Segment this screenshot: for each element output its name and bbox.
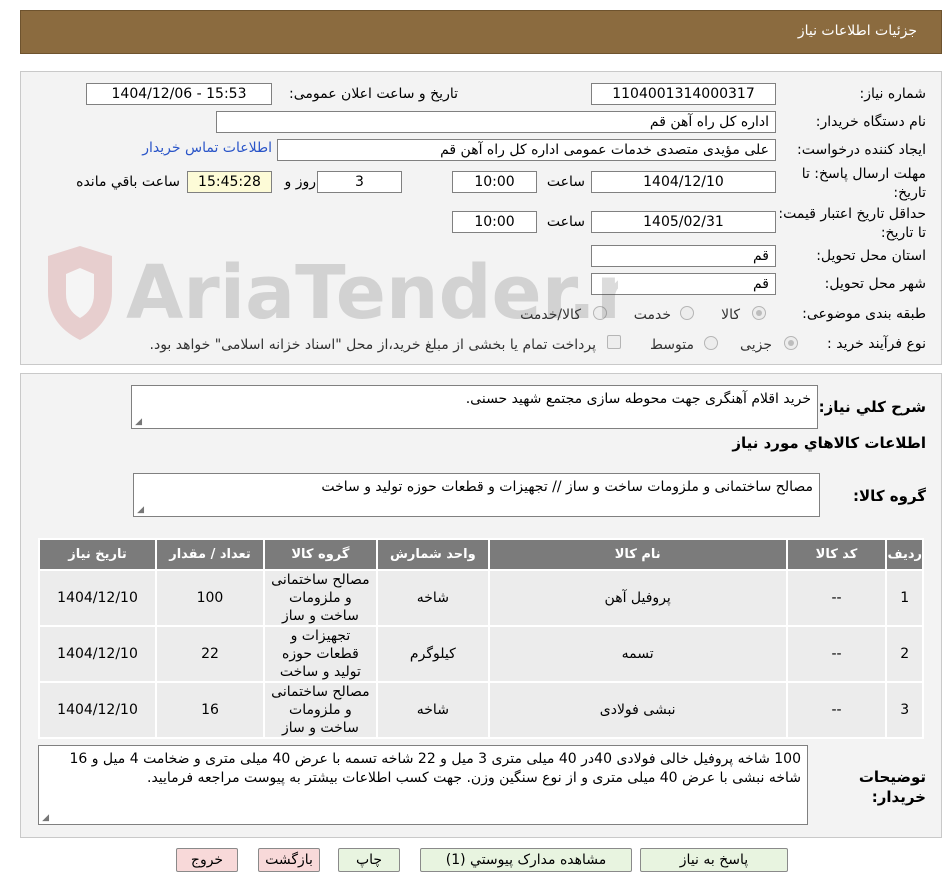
cell-goods-name: تسمه: [487, 625, 788, 683]
treasury-payment-note: پرداخت تمام یا بخشی از مبلغ خرید،از محل …: [149, 337, 596, 353]
buyer-notes-text: 100 شاخه پروفیل خالی فولادی 40در 40 میلی…: [69, 751, 801, 786]
purchase-medium-radio[interactable]: [704, 336, 718, 350]
cell-goods-name: نبشی فولادی: [487, 681, 788, 739]
summary-label: شرح کلي نياز:: [818, 398, 926, 416]
cell-unit: کیلوگرم: [375, 625, 490, 683]
cell-unit: شاخه: [375, 569, 490, 627]
price-date-field: 1405/02/31: [591, 211, 776, 233]
purchase-small-label: جزیی: [740, 337, 772, 353]
cell-goods-name: پروفیل آهن: [487, 569, 788, 627]
attachments-button[interactable]: مشاهده مدارک پيوستي (1): [420, 848, 632, 872]
cell-need-date: 1404/12/10: [37, 569, 158, 627]
price-time-label: ساعت: [546, 214, 585, 230]
col-header-unit: واحد شمارش: [375, 538, 490, 571]
exit-button[interactable]: خروج: [176, 848, 238, 872]
category-goods-label: کالا: [721, 307, 740, 323]
reply-time-field: 10:00: [452, 171, 537, 193]
goods-group-label: گروه کالا:: [853, 487, 926, 505]
print-button[interactable]: چاپ: [338, 848, 400, 872]
cell-quantity: 100: [155, 569, 265, 627]
treasury-payment-checkbox[interactable]: [607, 335, 621, 349]
table-row: 3 -- نبشی فولادی شاخه مصالح ساختمانی و م…: [37, 681, 924, 739]
cell-need-date: 1404/12/10: [37, 681, 158, 739]
cell-goods-code: --: [785, 625, 888, 683]
table-row: 1 -- پروفیل آهن شاخه مصالح ساختمانی و مل…: [37, 569, 924, 627]
goods-group-field: مصالح ساختمانی و ملزومات ساخت و ساز // ت…: [133, 473, 820, 517]
announce-field: 1404/12/06 - 15:53: [86, 83, 272, 105]
col-header-row-number: رديف: [885, 538, 924, 571]
summary-field: خرید اقلام آهنگری جهت محوطه سازی مجتمع ش…: [131, 385, 818, 429]
days-field: 3: [317, 171, 402, 193]
col-header-goods-name: نام کالا: [487, 538, 788, 571]
back-button[interactable]: بازگشت: [258, 848, 320, 872]
need-number-label: شماره نیاز:: [859, 86, 927, 102]
cell-quantity: 16: [155, 681, 265, 739]
cell-goods-group: مصالح ساختمانی و ملزومات ساخت و ساز: [262, 681, 378, 739]
days-label: روز و: [284, 174, 317, 190]
category-service-label: خدمت: [633, 307, 671, 323]
cell-quantity: 22: [155, 625, 265, 683]
col-header-need-date: تاريخ نياز: [37, 538, 158, 571]
category-label: طبقه بندی موضوعی:: [802, 306, 926, 322]
goods-group-text: مصالح ساختمانی و ملزومات ساخت و ساز // ت…: [321, 479, 813, 495]
cell-need-date: 1404/12/10: [37, 625, 158, 683]
cell-row-number: 3: [885, 681, 924, 739]
purchase-medium-label: متوسط: [650, 337, 694, 353]
purchase-small-radio[interactable]: [784, 336, 798, 350]
table-row: 2 -- تسمه کیلوگرم تجهیزات و قطعات حوزه ت…: [37, 625, 924, 683]
need-number-field: 1104001314000317: [591, 83, 776, 105]
resize-grip-icon[interactable]: ◢: [134, 418, 142, 427]
goods-table: رديف کد کالا نام کالا واحد شمارش گروه کا…: [37, 538, 924, 739]
city-label: شهر محل تحویل:: [824, 276, 926, 292]
cell-goods-code: --: [785, 681, 888, 739]
col-header-goods-code: کد کالا: [785, 538, 888, 571]
buyer-notes-label: توضیحات خریدار:: [858, 768, 926, 806]
cell-row-number: 1: [885, 569, 924, 627]
cell-unit: شاخه: [375, 681, 490, 739]
goods-info-title: اطلاعات کالاهاي مورد نياز: [732, 434, 926, 452]
col-header-goods-group: گروه کالا: [262, 538, 378, 571]
creator-label: ایجاد کننده درخواست:: [797, 142, 926, 158]
reply-time-label: ساعت: [546, 174, 585, 190]
price-time-field: 10:00: [452, 211, 537, 233]
reply-deadline-label: مهلت ارسال پاسخ: تا تاریخ:: [801, 166, 926, 201]
reply-button[interactable]: پاسخ به نياز: [640, 848, 788, 872]
buyer-org-label: نام دستگاه خریدار:: [815, 114, 926, 130]
province-label: استان محل تحویل:: [816, 248, 926, 264]
page-header: جزئیات اطلاعات نیاز: [20, 10, 942, 54]
purchase-type-label: نوع فرآیند خرید :: [827, 336, 926, 352]
cell-goods-group: تجهیزات و قطعات حوزه تولید و ساخت: [262, 625, 378, 683]
reply-date-field: 1404/12/10: [591, 171, 776, 193]
announce-label: تاریخ و ساعت اعلان عمومی:: [289, 86, 458, 102]
category-service-radio[interactable]: [680, 306, 694, 320]
city-field: قم: [591, 273, 776, 295]
cell-row-number: 2: [885, 625, 924, 683]
buyer-notes-field: 100 شاخه پروفیل خالی فولادی 40در 40 میلی…: [38, 745, 808, 825]
cell-goods-code: --: [785, 569, 888, 627]
page-title: جزئیات اطلاعات نیاز: [797, 23, 917, 39]
col-header-quantity: تعداد / مقدار: [155, 538, 265, 571]
remaining-time-field: 15:45:28: [187, 171, 272, 193]
resize-grip-icon[interactable]: ◢: [41, 814, 49, 823]
buyer-contact-link[interactable]: اطلاعات تماس خریدار: [142, 140, 272, 156]
resize-grip-icon[interactable]: ◢: [136, 506, 144, 515]
province-field: قم: [591, 245, 776, 267]
price-validity-label: حداقل تاریخ اعتبار قیمت: تا تاریخ:: [778, 206, 926, 241]
cell-goods-group: مصالح ساختمانی و ملزومات ساخت و ساز: [262, 569, 378, 627]
creator-field: علی مؤیدی متصدی خدمات عمومی اداره کل راه…: [277, 139, 776, 161]
buyer-org-field: اداره کل راه آهن قم: [216, 111, 776, 133]
table-header-row: رديف کد کالا نام کالا واحد شمارش گروه کا…: [37, 538, 924, 571]
summary-text: خرید اقلام آهنگری جهت محوطه سازی مجتمع ش…: [465, 391, 811, 407]
category-goods-service-radio[interactable]: [593, 306, 607, 320]
category-goods-service-label: کالا/خدمت: [520, 307, 581, 323]
category-goods-radio[interactable]: [752, 306, 766, 320]
remaining-label: ساعت باقي مانده: [76, 174, 180, 190]
